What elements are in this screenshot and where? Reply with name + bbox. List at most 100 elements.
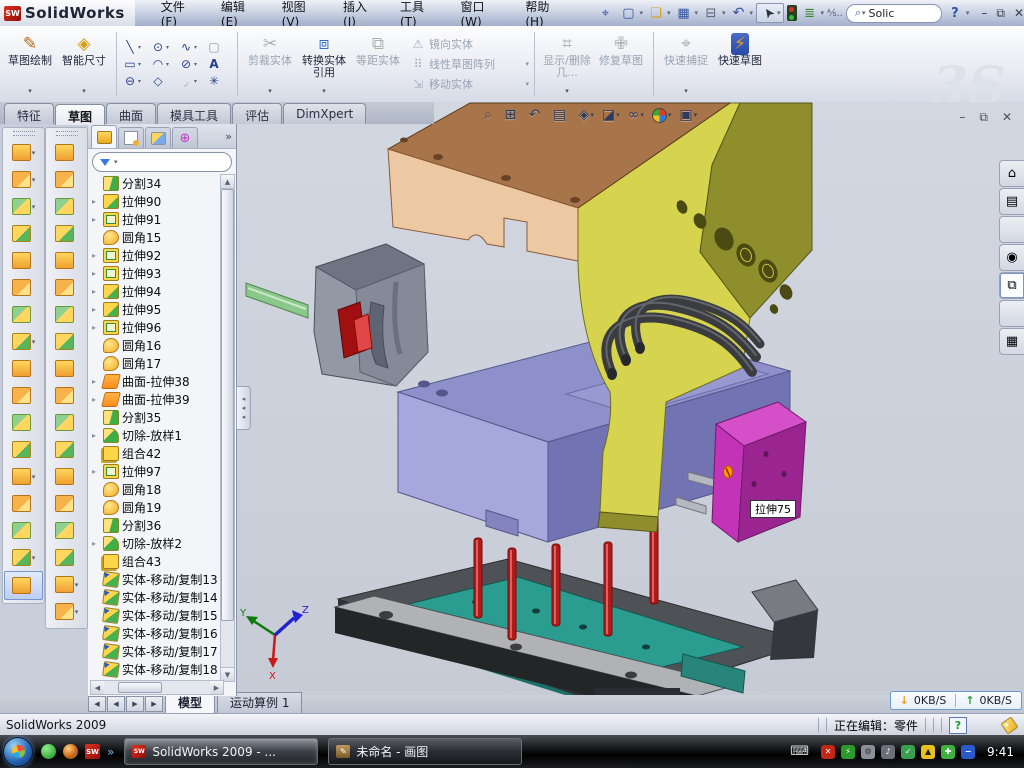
tree-item[interactable]: ▸ 分割35 (90, 408, 221, 426)
panel-expand-chevron[interactable]: » (225, 130, 232, 143)
tree-item[interactable]: ▸ 切除-放样1 (90, 426, 221, 444)
save-icon[interactable]: ▦ (673, 4, 693, 22)
repair-sketch-button[interactable]: ✙ 修复草图 (594, 30, 648, 99)
graphics-viewport[interactable]: Y Z X ⌕ ▾ ⊞ ▾ ↶ ▾ ▤ ▾ ◈ ▾ ◪ ▾ (236, 102, 1024, 695)
search-input[interactable]: ⌕ ▾ Solic (846, 4, 942, 23)
model-canvas[interactable]: Y Z X (236, 102, 1024, 695)
featuremanager-tab[interactable] (91, 125, 117, 148)
view-palette-tab[interactable]: ⧉ (999, 272, 1024, 299)
spline-tool-button[interactable]: ∿▾ (178, 40, 204, 54)
ellipse-tool-button[interactable]: ⊘▾ (178, 57, 204, 71)
last-sheet-icon[interactable]: ▶ (145, 696, 163, 712)
linear-pattern-button[interactable]: ▾ (5, 328, 42, 355)
expand-arrow-icon[interactable]: ▸ (92, 377, 100, 386)
tray-antivirus-icon[interactable]: ✕ (821, 745, 835, 759)
edit-appearance-icon[interactable]: ▾ (650, 107, 674, 124)
file-explorer-tab[interactable]: ◉ (999, 244, 1024, 271)
toolbar-grip[interactable] (13, 131, 35, 136)
scroll-right-icon[interactable]: ▶ (210, 681, 223, 694)
slot-tool-button[interactable]: ⊖▾ (122, 74, 148, 88)
tree-item[interactable]: ▸ 实体-移动/复制18 (90, 660, 221, 678)
swept-boss-button[interactable]: ▾ (5, 220, 42, 247)
tree-vertical-scrollbar[interactable]: ▲ ▼ (220, 174, 235, 682)
tree-item[interactable]: ▸ 拉伸91 (90, 210, 221, 228)
tree-item[interactable]: ▸ 实体-移动/复制17 (90, 642, 221, 660)
help-icon[interactable]: ? (945, 4, 965, 22)
shell-button[interactable]: ▾ (5, 247, 42, 274)
prev-sheet-icon[interactable]: ◀ (107, 696, 125, 712)
mirror-button[interactable]: ▾ (5, 382, 42, 409)
side-core-block[interactable] (712, 402, 806, 542)
options-caret-icon[interactable]: ▾ (821, 9, 825, 17)
hole-wizard-button[interactable]: ▾ (5, 301, 42, 328)
expand-arrow-icon[interactable]: ▸ (92, 431, 100, 440)
expand-arrow-icon[interactable]: ▸ (92, 395, 100, 404)
combine-button[interactable]: ▾ (5, 409, 42, 436)
print-caret-icon[interactable]: ▾ (722, 9, 726, 17)
propertymanager-tab[interactable] (118, 127, 144, 148)
tray-network-warning-icon[interactable]: ▲ (921, 745, 935, 759)
tray-update-icon[interactable]: ⚙ (861, 745, 875, 759)
toolbar-overflow[interactable]: ⅍.. (827, 4, 843, 22)
command-tab[interactable]: 曲面 (106, 103, 156, 124)
tree-item[interactable]: ▸ 拉伸93 (90, 264, 221, 282)
swept-surface-button[interactable]: ▾ (48, 139, 85, 166)
tree-item[interactable]: ▸ 拉伸94 (90, 282, 221, 300)
solidworks-quick-icon[interactable]: SW (85, 744, 100, 759)
tray-blocked-icon[interactable]: − (961, 745, 975, 759)
open-caret-icon[interactable]: ▾ (667, 9, 671, 17)
tree-item[interactable]: ▸ 实体-移动/复制14 (90, 588, 221, 606)
configurationmanager-tab[interactable] (145, 127, 171, 148)
close-button[interactable]: ✕ (1014, 6, 1024, 20)
expand-arrow-icon[interactable]: ▸ (92, 539, 100, 548)
filled-surface-button[interactable]: ▾ (48, 247, 85, 274)
scroll-left-icon[interactable]: ◀ (91, 681, 104, 694)
delete-body-button[interactable]: ▾ (5, 490, 42, 517)
display-delete-relations-button[interactable]: ⌗ 显示/删除几... ▾ (540, 30, 594, 99)
hide-show-items-icon[interactable]: ∞ ▾ (626, 106, 646, 124)
save-caret-icon[interactable]: ▾ (694, 9, 698, 17)
help-caret-icon[interactable]: ▾ (966, 9, 970, 17)
lofted-surface-button[interactable]: ▾ (48, 193, 85, 220)
command-tab[interactable]: 模具工具 (157, 103, 231, 124)
tree-item[interactable]: ▸ 组合42 (90, 444, 221, 462)
doc-minimize-button[interactable]: – (959, 110, 965, 125)
first-sheet-icon[interactable]: ◀ (88, 696, 106, 712)
offset-surface-button[interactable]: ▾ (48, 355, 85, 382)
tree-horizontal-scrollbar[interactable]: ◀ ▶ (90, 680, 224, 695)
expand-arrow-icon[interactable]: ▸ (92, 467, 100, 476)
tree-item[interactable]: ▸ 切除-放样2 (90, 534, 221, 552)
new-caret-icon[interactable]: ▾ (639, 9, 643, 17)
tree-item[interactable]: ▸ 实体-移动/复制13 (90, 570, 221, 588)
tree-item[interactable]: ▸ 圆角17 (90, 354, 221, 372)
status-help-button[interactable]: ? (949, 717, 967, 734)
select-button[interactable]: ➤▾ (756, 3, 784, 23)
tree-item[interactable]: ▸ 分割34 (90, 174, 221, 192)
tree-item[interactable]: ▸ 拉伸90 (90, 192, 221, 210)
tray-guard-icon[interactable]: ⚡ (841, 745, 855, 759)
pin-icon[interactable]: ⌖ (595, 4, 615, 22)
fillet-button[interactable]: ▾ (5, 193, 42, 220)
arc-tool-button[interactable]: ◠▾ (150, 57, 176, 71)
insert-part-button[interactable]: ▾ (5, 463, 42, 490)
expand-arrow-icon[interactable]: ▸ (92, 215, 100, 224)
tree-item[interactable]: ▸ 拉伸97 (90, 462, 221, 480)
planar-surface-button[interactable]: ▾ (48, 274, 85, 301)
draft-button[interactable]: ▾ (5, 274, 42, 301)
apply-scene-icon[interactable]: ▣ ▾ (677, 106, 699, 124)
tree-item[interactable]: ▸ 拉伸96 (90, 318, 221, 336)
expand-arrow-icon[interactable]: ▸ (92, 269, 100, 278)
text-tool-button[interactable]: A (206, 57, 232, 71)
tree-item[interactable]: ▸ 实体-移动/复制16 (90, 624, 221, 642)
instant3d-button[interactable]: ▾ (4, 571, 43, 600)
command-tab[interactable]: 草图 (55, 104, 105, 125)
linear-sketch-pattern-button[interactable]: ⠿ 线性草图阵列 ▾ (411, 56, 529, 72)
polygon-tool-button[interactable]: ◇ (150, 74, 176, 88)
tree-item[interactable]: ▸ 曲面-拉伸38 (90, 372, 221, 390)
tray-sync-icon[interactable]: ✓ (901, 745, 915, 759)
options-icon[interactable]: ≣ (800, 4, 820, 22)
command-tab[interactable]: 评估 (232, 103, 282, 124)
tree-item[interactable]: ▸ 拉伸95 (90, 300, 221, 318)
expand-arrow-icon[interactable]: ▸ (92, 251, 100, 260)
undo-icon[interactable]: ↶ (729, 4, 749, 22)
